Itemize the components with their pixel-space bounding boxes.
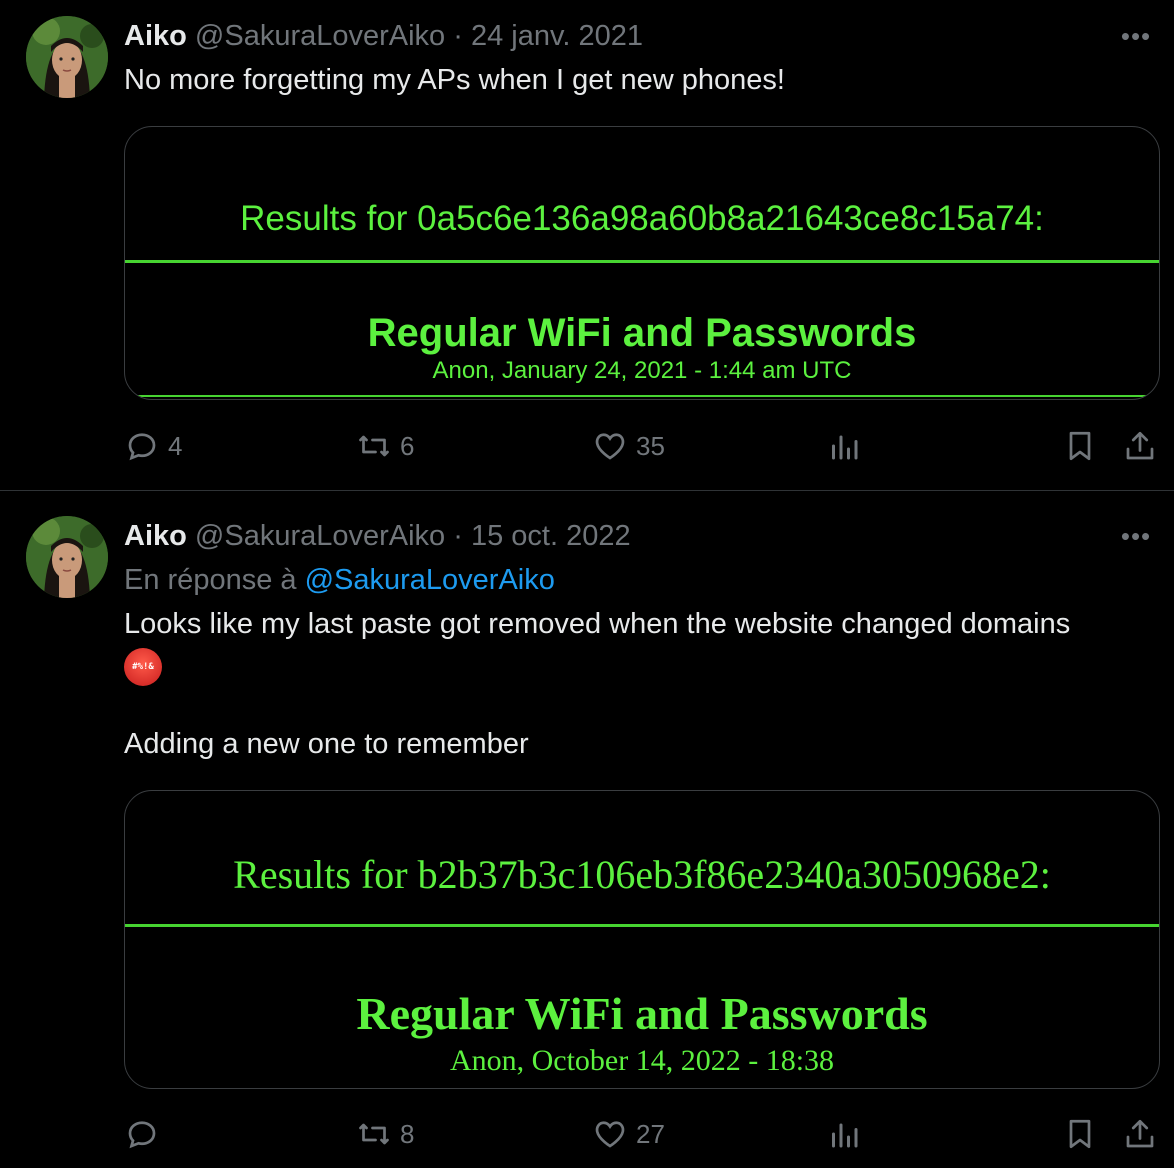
reply-context: En réponse à @SakuraLoverAiko xyxy=(124,560,555,600)
author-name[interactable]: Aiko xyxy=(124,520,187,552)
tweet-actions: 4 6 35 xyxy=(0,426,1174,466)
reply-count: 4 xyxy=(168,430,183,461)
tweet-2[interactable]: Aiko @SakuraLoverAiko · 15 oct. 2022 •••… xyxy=(0,491,1174,1168)
tweet-1[interactable]: Aiko @SakuraLoverAiko · 24 janv. 2021 ••… xyxy=(0,0,1174,490)
reply-mention-link[interactable]: @SakuraLoverAiko xyxy=(305,564,555,596)
like-icon xyxy=(595,1121,625,1148)
views-button[interactable] xyxy=(826,426,862,466)
reply-prefix: En réponse à xyxy=(124,564,297,596)
share-button[interactable] xyxy=(1122,1114,1158,1154)
bookmark-button[interactable] xyxy=(1062,426,1098,466)
like-count: 27 xyxy=(636,1118,665,1149)
like-icon xyxy=(595,433,625,460)
retweet-button[interactable]: 6 xyxy=(356,426,414,466)
angry-face-emoji-icon: #%!& xyxy=(124,648,162,686)
views-icon xyxy=(832,435,858,460)
more-horizontal-icon[interactable]: ••• xyxy=(1116,23,1156,56)
header-separator: · xyxy=(453,520,463,552)
share-icon xyxy=(1126,431,1154,460)
paste-card[interactable]: Results for 0a5c6e136a98a60b8a21643ce8c1… xyxy=(124,126,1160,400)
like-count: 35 xyxy=(636,430,665,461)
more-horizontal-icon[interactable]: ••• xyxy=(1116,523,1156,556)
card-title: Regular WiFi and Passwords xyxy=(356,988,928,1039)
author-handle[interactable]: @SakuraLoverAiko xyxy=(195,520,445,552)
tweet-text-line1: Looks like my last paste got removed whe… xyxy=(124,608,1071,640)
author-avatar[interactable] xyxy=(26,16,108,98)
retweet-icon xyxy=(359,1123,389,1145)
tweet-header: Aiko @SakuraLoverAiko · 15 oct. 2022 xyxy=(124,518,631,554)
reply-icon xyxy=(128,433,156,461)
retweet-icon xyxy=(359,435,389,457)
author-handle[interactable]: @SakuraLoverAiko xyxy=(195,20,445,52)
retweet-count: 8 xyxy=(400,1118,415,1149)
views-icon xyxy=(832,1123,858,1148)
header-separator: · xyxy=(453,20,463,52)
share-icon xyxy=(1126,1119,1154,1148)
share-button[interactable] xyxy=(1122,426,1158,466)
reply-button[interactable] xyxy=(124,1114,168,1154)
tweet-actions: 8 27 xyxy=(0,1114,1174,1154)
tweet-date[interactable]: 24 janv. 2021 xyxy=(471,20,643,52)
views-button[interactable] xyxy=(826,1114,862,1154)
retweet-count: 6 xyxy=(400,430,415,461)
emoji-glyph: #%!& xyxy=(132,662,154,672)
reply-button[interactable]: 4 xyxy=(124,426,182,466)
tweet-date[interactable]: 15 oct. 2022 xyxy=(471,520,631,552)
tweet-text-line2: Adding a new one to remember xyxy=(124,728,529,760)
card-meta: Anon, October 14, 2022 - 18:38 xyxy=(449,1044,835,1077)
like-button[interactable]: 35 xyxy=(592,426,665,466)
card-title: Regular WiFi and Passwords xyxy=(367,311,917,355)
like-button[interactable]: 27 xyxy=(592,1114,665,1154)
card-divider xyxy=(125,924,1159,927)
card-divider xyxy=(125,260,1159,263)
retweet-button[interactable]: 8 xyxy=(356,1114,414,1154)
tweet-text: No more forgetting my APs when I get new… xyxy=(124,64,785,96)
bookmark-icon xyxy=(1069,1119,1091,1149)
paste-card[interactable]: Results for b2b37b3c106eb3f86e2340a30509… xyxy=(124,790,1160,1089)
card-results-line: Results for b2b37b3c106eb3f86e2340a30509… xyxy=(233,852,1051,897)
card-results-line: Results for 0a5c6e136a98a60b8a21643ce8c1… xyxy=(240,199,1044,238)
bookmark-icon xyxy=(1069,431,1091,461)
tweet-header: Aiko @SakuraLoverAiko · 24 janv. 2021 xyxy=(124,18,643,54)
card-bottom-divider xyxy=(125,395,1159,397)
bookmark-button[interactable] xyxy=(1062,1114,1098,1154)
author-avatar[interactable] xyxy=(26,516,108,598)
reply-icon xyxy=(128,1121,156,1149)
card-meta: Anon, January 24, 2021 - 1:44 am UTC xyxy=(432,357,852,384)
author-name[interactable]: Aiko xyxy=(124,20,187,52)
